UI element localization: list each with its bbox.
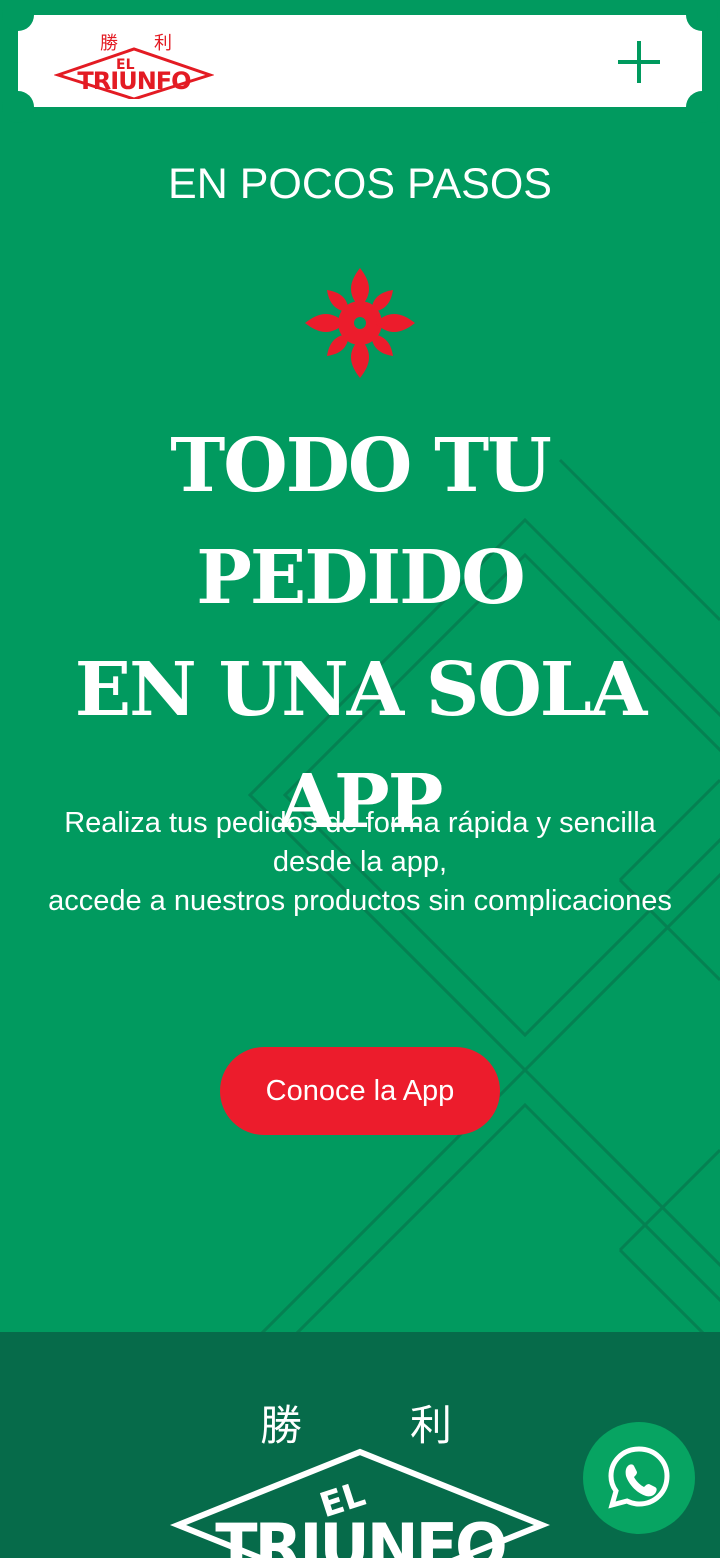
flower-icon (305, 268, 415, 378)
header-notch (686, 91, 718, 123)
site-header: 勝 利 EL TRIUNFO (2, 0, 718, 123)
section-eyebrow: EN POCOS PASOS (168, 160, 552, 208)
description-line: accede a nuestros productos sin complica… (48, 885, 672, 917)
whatsapp-icon (608, 1446, 670, 1509)
footer-logo: 勝 利 EL TRIUNFO (170, 1401, 550, 1558)
svg-text:利: 利 (410, 1401, 452, 1450)
logo-chinese-right: 利 (154, 33, 172, 54)
description-line: Realiza tus pedidos de forma rápida y se… (64, 807, 656, 878)
hero-section: 勝 利 EL TRIUNFO EN POCOS PASOS TODO TU PE… (0, 0, 720, 1332)
hero-headline: TODO TU PEDIDO EN UNA SOLA APP (20, 410, 700, 858)
svg-text:TRIUNFO: TRIUNFO (215, 1510, 505, 1558)
svg-text:TRIUNFO: TRIUNFO (77, 67, 191, 95)
menu-plus-button[interactable] (618, 41, 660, 83)
headline-line: EN UNA SOLA (74, 647, 648, 733)
headline-line: TODO TU PEDIDO (170, 423, 552, 621)
logo-chinese-left: 勝 (100, 33, 118, 54)
header-notch (2, 0, 34, 31)
whatsapp-button[interactable] (583, 1422, 695, 1534)
header-notch (686, 0, 718, 31)
el-triunfo-logo[interactable]: 勝 利 EL TRIUNFO (54, 23, 214, 99)
hero-description: Realiza tus pedidos de forma rápida y se… (30, 804, 690, 921)
svg-text:勝: 勝 (260, 1401, 302, 1450)
header-notch (2, 91, 34, 123)
conoce-la-app-button[interactable]: Conoce la App (220, 1047, 500, 1135)
